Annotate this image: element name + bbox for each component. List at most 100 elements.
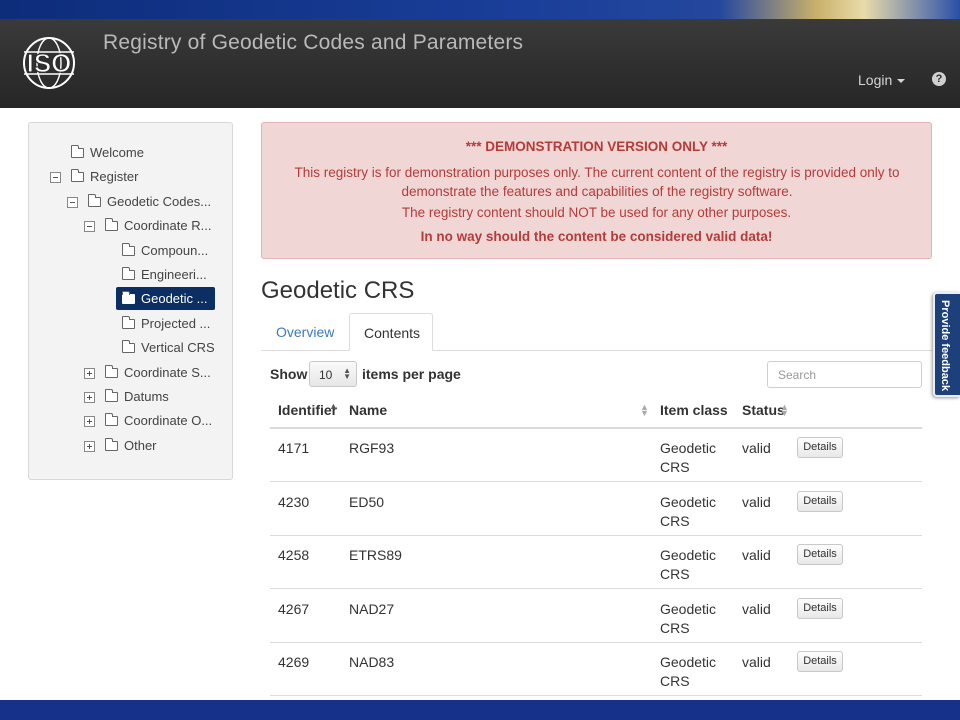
tree-item[interactable]: Projected ... (0, 314, 232, 334)
folder-icon (105, 389, 118, 402)
col-header-name[interactable]: Name (349, 402, 387, 418)
folder-icon (105, 438, 118, 451)
tree-item-label: Engineeri... (141, 267, 207, 282)
cell-identifier: 4230 (278, 493, 310, 510)
app-header: ISO Registry of Geodetic Codes and Param… (0, 19, 960, 108)
tree-item[interactable]: Coordinate R... (0, 216, 232, 236)
sort-both-icon: ▲ ▼ (640, 402, 649, 418)
table-row: 4258 ETRS89 Geodetic CRS valid Details (270, 536, 922, 589)
tree-item-label: Coordinate R... (124, 218, 212, 233)
tree-item[interactable]: Geodetic Codes... (0, 192, 232, 212)
tree-item-label: Coordinate O... (124, 413, 213, 428)
cell-status: valid (742, 547, 771, 563)
col-header-item-class[interactable]: Item class (660, 402, 728, 418)
details-button[interactable]: Details (797, 544, 843, 565)
folder-open-icon (71, 169, 84, 182)
search-input[interactable] (767, 361, 922, 388)
folder-open-icon (105, 218, 118, 231)
expand-icon[interactable] (84, 416, 95, 427)
collapse-icon[interactable] (67, 197, 78, 208)
tab-contents[interactable]: Contents (349, 313, 433, 351)
collapse-icon[interactable] (50, 172, 61, 183)
iso-logo: ISO (14, 36, 84, 90)
table-row: 4267 NAD27 Geodetic CRS valid Details (270, 590, 922, 643)
cell-status: valid (742, 600, 771, 617)
table-row: 4269 NAD83 Geodetic CRS valid Details (270, 643, 922, 696)
tree-item-label: Register (90, 169, 139, 184)
expand-icon[interactable] (84, 392, 95, 403)
cell-item-class: Geodetic CRS (660, 547, 717, 582)
tree-item-label: Datums (124, 389, 169, 404)
login-label: Login (858, 72, 893, 88)
expand-icon[interactable] (84, 441, 95, 452)
tree-item-label: Other (124, 438, 157, 453)
feedback-label: Provide feedback (939, 300, 951, 392)
tree-item-label: Coordinate S... (124, 365, 211, 380)
expand-icon[interactable] (84, 368, 95, 379)
cell-status: valid (742, 493, 771, 510)
tree-item-label: Projected ... (141, 316, 211, 331)
details-button[interactable]: Details (797, 490, 843, 512)
tree-item-label: Geodetic Codes... (107, 194, 212, 209)
show-label: Show (270, 366, 308, 382)
sort-asc-icon: ▲ (329, 401, 338, 411)
feedback-tab[interactable]: Provide feedback (933, 292, 960, 397)
tree-item-label: Vertical CRS (141, 340, 215, 355)
tree-item-label: Geodetic ... (141, 291, 208, 306)
cell-name: NAD83 (349, 654, 395, 670)
cell-status: valid (742, 654, 771, 670)
login-menu[interactable]: Login (858, 72, 906, 88)
col-header-status[interactable]: Status (742, 402, 785, 418)
cell-identifier: 4269 (278, 654, 310, 670)
details-button[interactable]: Details (797, 597, 843, 619)
tree-item[interactable]: Datums (0, 387, 232, 407)
demo-warning-alert: *** DEMONSTRATION VERSION ONLY *** This … (261, 122, 932, 259)
cell-name: ETRS89 (349, 547, 402, 563)
page-size-select[interactable]: 10 ▲ ▼ (309, 361, 357, 387)
cell-identifier: 4258 (278, 547, 310, 563)
tree-item[interactable]: Register (0, 167, 232, 187)
folder-open-icon (88, 194, 101, 207)
caret-down-icon (897, 79, 906, 84)
tree-item[interactable]: Coordinate O... (0, 411, 232, 431)
app-title: Registry of Geodetic Codes and Parameter… (103, 31, 524, 54)
tree-item-label: Compoun... (141, 243, 209, 258)
cell-name: ED50 (349, 493, 385, 510)
tree-item[interactable]: Coordinate S... (0, 363, 232, 383)
cell-name: RGF93 (349, 440, 395, 456)
folder-icon (105, 413, 118, 426)
tree-item[interactable]: Geodetic ... (0, 287, 232, 310)
slide-bottom-border (0, 700, 960, 720)
details-button[interactable]: Details (797, 651, 843, 672)
cell-name: NAD27 (349, 600, 395, 617)
page-size-value: 10 (319, 368, 333, 382)
cell-item-class: Geodetic CRS (660, 493, 717, 529)
cell-identifier: 4267 (278, 600, 310, 617)
tree-item[interactable]: Engineeri... (0, 265, 232, 285)
cell-item-class: Geodetic CRS (660, 440, 717, 475)
alert-heading: *** DEMONSTRATION VERSION ONLY *** (465, 139, 728, 154)
tree-item[interactable]: Other (0, 436, 232, 456)
folder-icon (122, 340, 135, 353)
cell-status: valid (742, 440, 771, 456)
cell-identifier: 4171 (278, 440, 310, 456)
table-row: 4230 ED50 Geodetic CRS valid Details (270, 483, 922, 536)
tree-item[interactable]: Compoun... (0, 241, 232, 261)
details-button[interactable]: Details (797, 437, 843, 458)
folder-icon (122, 291, 135, 304)
help-icon[interactable]: ? (932, 72, 946, 86)
alert-text-3: In no way should the content be consider… (420, 229, 773, 244)
tree-item[interactable]: Welcome (0, 143, 232, 163)
collapse-icon[interactable] (84, 221, 95, 232)
slide-top-border (0, 0, 960, 19)
tree-item-label: Welcome (90, 145, 144, 160)
cell-item-class: Geodetic CRS (660, 654, 717, 689)
page-title: Geodetic CRS (261, 277, 415, 304)
tab-overview[interactable]: Overview (262, 313, 348, 351)
alert-text-1: This registry is for demonstration purpo… (294, 165, 900, 199)
folder-icon (122, 316, 135, 329)
select-arrows-icon: ▲ ▼ (343, 366, 351, 381)
tree-item[interactable]: Vertical CRS (0, 338, 232, 358)
folder-icon (105, 365, 118, 378)
cell-item-class: Geodetic CRS (660, 600, 717, 636)
